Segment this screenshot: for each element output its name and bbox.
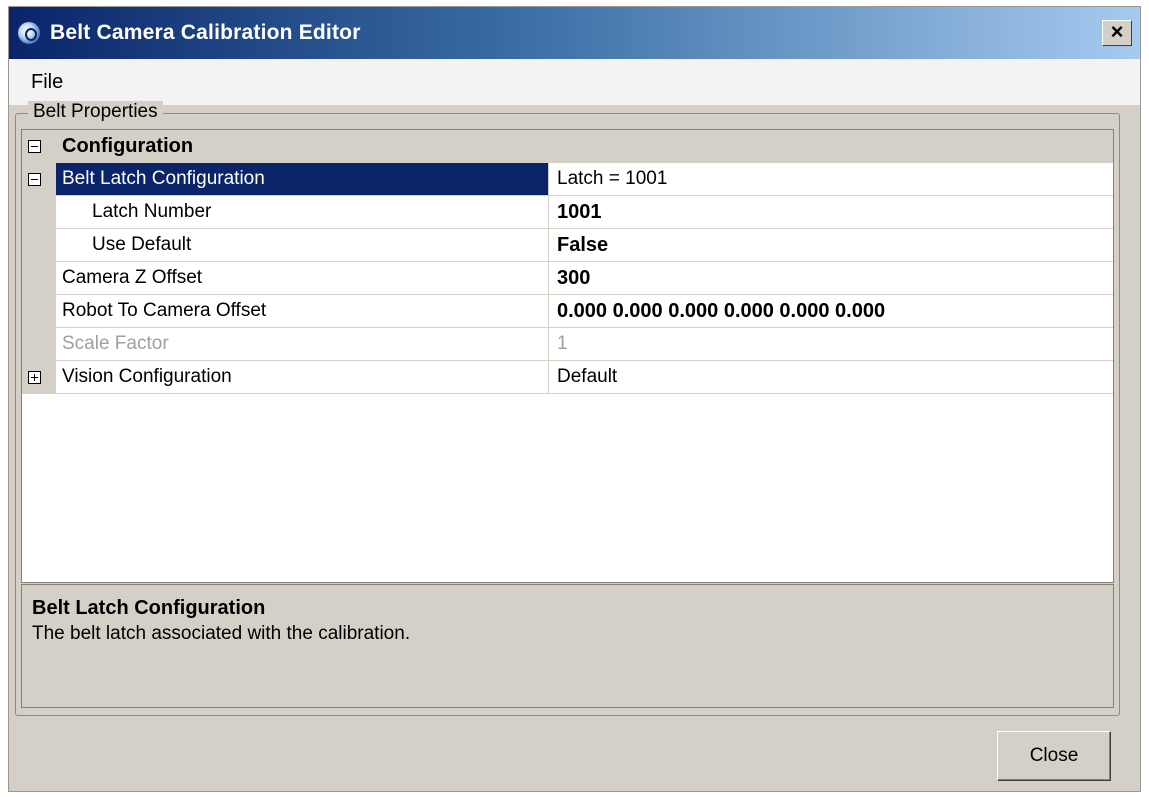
close-window-button[interactable]: × — [1102, 20, 1132, 46]
property-name[interactable]: Latch Number — [56, 196, 549, 229]
property-value[interactable]: Default — [549, 361, 1113, 394]
row-margin — [22, 262, 56, 295]
expand-icon[interactable] — [28, 371, 41, 384]
calibration-editor-window: Belt Camera Calibration Editor × File Be… — [8, 6, 1141, 792]
app-logo-icon — [17, 21, 41, 45]
collapse-icon[interactable] — [28, 140, 41, 153]
row-margin — [22, 229, 56, 262]
row-margin — [22, 328, 56, 361]
close-button[interactable]: Close — [997, 731, 1111, 781]
row-margin — [22, 295, 56, 328]
property-row-scale-factor[interactable]: Scale Factor 1 — [22, 328, 1113, 361]
property-row-camera-z-offset[interactable]: Camera Z Offset 300 — [22, 262, 1113, 295]
property-value[interactable]: 1 — [549, 328, 1113, 361]
help-description: The belt latch associated with the calib… — [32, 623, 411, 644]
property-value[interactable]: 300 — [549, 262, 1113, 295]
row-margin — [22, 361, 56, 394]
property-name[interactable]: Camera Z Offset — [56, 262, 549, 295]
help-title: Belt Latch Configuration — [32, 597, 266, 619]
property-name[interactable]: Scale Factor — [56, 328, 549, 361]
property-row-use-default[interactable]: Use Default False — [22, 229, 1113, 262]
title-bar[interactable]: Belt Camera Calibration Editor × — [9, 7, 1140, 59]
property-value[interactable]: 0.000 0.000 0.000 0.000 0.000 0.000 — [549, 295, 1113, 328]
property-row-robot-to-camera-offset[interactable]: Robot To Camera Offset 0.000 0.000 0.000… — [22, 295, 1113, 328]
collapse-icon[interactable] — [28, 173, 41, 186]
property-value[interactable]: Latch = 1001 — [549, 163, 1113, 196]
row-margin — [22, 196, 56, 229]
category-label: Configuration — [62, 135, 194, 157]
category-configuration[interactable]: Configuration — [22, 130, 1113, 163]
property-value[interactable]: 1001 — [549, 196, 1113, 229]
property-name[interactable]: Use Default — [56, 229, 549, 262]
property-grid: Configuration Belt Latch Configuration L… — [21, 129, 1114, 583]
menu-bar: File — [9, 59, 1140, 105]
window-title: Belt Camera Calibration Editor — [50, 21, 361, 44]
property-row-vision-configuration[interactable]: Vision Configuration Default — [22, 361, 1113, 394]
menu-file[interactable]: File — [31, 71, 63, 94]
property-name[interactable]: Vision Configuration — [56, 361, 549, 394]
help-pane: Belt Latch Configuration The belt latch … — [21, 584, 1114, 708]
group-label: Belt Properties — [28, 101, 163, 123]
property-row-belt-latch-configuration[interactable]: Belt Latch Configuration Latch = 1001 — [22, 163, 1113, 196]
property-value[interactable]: False — [549, 229, 1113, 262]
property-name[interactable]: Belt Latch Configuration — [56, 163, 549, 196]
property-name[interactable]: Robot To Camera Offset — [56, 295, 549, 328]
row-margin — [22, 163, 56, 196]
property-row-latch-number[interactable]: Latch Number 1001 — [22, 196, 1113, 229]
